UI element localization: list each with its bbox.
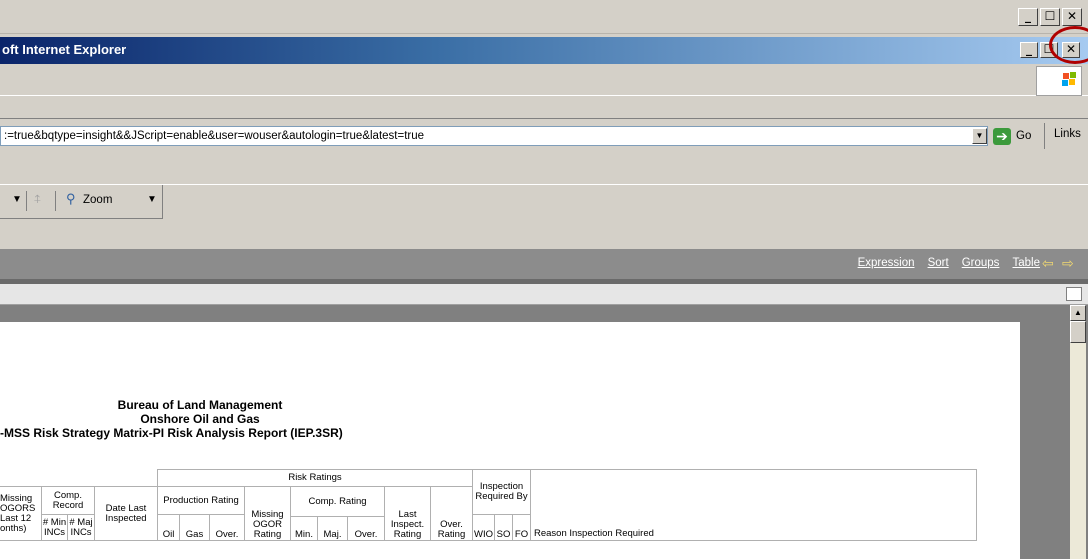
missing-ogors-header-line3: Last 12 — [0, 512, 32, 524]
missing-ogors-header-line1: Missing — [0, 492, 33, 504]
report-viewer: Bureau of Land Management Onshore Oil an… — [0, 305, 1088, 559]
report-title-line2: Onshore Oil and Gas — [140, 412, 260, 426]
scroll-thumb[interactable] — [1070, 321, 1086, 343]
menu-bar — [0, 64, 1088, 96]
last-inspect-rating-header: Last Inspect. Rating — [384, 486, 431, 541]
outer-maximize-button[interactable]: ☐ — [1040, 8, 1060, 26]
address-input[interactable]: :=true&bqtype=insight&&JScript=enable&us… — [0, 126, 988, 146]
zoom-button[interactable]: Zoom — [83, 194, 112, 206]
minimize-button[interactable]: _ — [1020, 42, 1038, 58]
reason-header: Reason Inspection Required — [530, 469, 977, 541]
inspection-required-header: Inspection Required By — [472, 469, 531, 515]
address-url: :=true&bqtype=insight&&JScript=enable&us… — [4, 130, 425, 142]
production-rating-header: Production Rating — [157, 486, 245, 515]
missing-ogor-rating-header: Missing OGOR Rating — [244, 486, 291, 541]
over-header: Over. — [209, 514, 245, 541]
groups-link[interactable]: Groups — [962, 257, 1000, 269]
date-last-inspected-header: Date Last Inspected — [94, 486, 158, 541]
filter-icon[interactable] — [1066, 287, 1082, 301]
filter-bar — [0, 284, 1088, 305]
comp-rating-header: Comp. Rating — [290, 486, 385, 517]
maj-incs-header: # Maj INCs — [67, 514, 95, 541]
report-page: Bureau of Land Management Onshore Oil an… — [0, 322, 1020, 559]
missing-ogors-header-line4: onths) — [0, 522, 27, 534]
comp-maj-header: Maj. — [317, 516, 348, 541]
go-arrow-icon: ➔ — [993, 128, 1011, 145]
over-rating-header: Over. Rating — [430, 486, 473, 541]
vertical-scrollbar[interactable]: ▲ — [1070, 305, 1086, 559]
fit-page-icon[interactable]: ⍏ — [34, 192, 41, 207]
outer-minimize-button[interactable]: _ — [1018, 8, 1038, 26]
outer-window-titlebar: _ ☐ ✕ — [0, 0, 1088, 34]
report-navbar: Expression Sort Groups Table ⇦ ⇨ — [0, 249, 1088, 279]
scroll-up-button[interactable]: ▲ — [1070, 305, 1086, 321]
standard-toolbar — [0, 96, 1088, 119]
so-header: SO — [494, 514, 513, 541]
report-title: Bureau of Land Management Onshore Oil an… — [0, 398, 400, 440]
zoom-dropdown-icon[interactable]: ▼ — [147, 194, 157, 205]
forward-arrow-icon[interactable]: ⇨ — [1062, 256, 1078, 270]
comp-record-header: Comp. Record — [41, 486, 95, 515]
missing-ogors-header-line2: OGORS — [0, 502, 36, 514]
dropdown-arrow-icon[interactable]: ▼ — [12, 194, 22, 205]
report-table: Risk Ratings Inspection Required By Reas… — [0, 469, 977, 545]
outer-close-button[interactable]: ✕ — [1062, 8, 1082, 26]
report-title-line3: -MSS Risk Strategy Matrix-PI Risk Analys… — [0, 426, 343, 440]
window-title: oft Internet Explorer — [2, 42, 127, 57]
nav-links: Expression Sort Groups Table — [848, 257, 1040, 269]
sort-link[interactable]: Sort — [928, 257, 949, 269]
address-bar: :=true&bqtype=insight&&JScript=enable&us… — [0, 119, 1088, 152]
report-toolbar: ▼ ⍏ ⚲ Zoom ▼ — [0, 185, 1088, 249]
gas-header: Gas — [179, 514, 210, 541]
report-title-line1: Bureau of Land Management — [117, 398, 283, 412]
back-arrow-icon[interactable]: ⇦ — [1042, 256, 1058, 270]
comp-min-header: Min. — [290, 516, 318, 541]
fo-header: FO — [512, 514, 531, 541]
empty-toolbar-row — [0, 152, 1088, 185]
windows-logo-icon — [1036, 66, 1082, 96]
wio-header: WIO — [472, 514, 495, 541]
zoom-icon: ⚲ — [66, 191, 76, 206]
table-link[interactable]: Table — [1013, 257, 1041, 269]
min-incs-header: # Min INCs — [41, 514, 68, 541]
links-button[interactable]: Links — [1054, 128, 1081, 140]
address-dropdown-button[interactable]: ▼ — [972, 128, 987, 144]
go-label: Go — [1016, 130, 1032, 142]
oil-header: Oil — [157, 514, 180, 541]
window-titlebar: oft Internet Explorer _ ☐ ✕ — [0, 37, 1088, 64]
expression-link[interactable]: Expression — [858, 257, 915, 269]
comp-over-header: Over. — [347, 516, 385, 541]
risk-ratings-header: Risk Ratings — [157, 469, 473, 487]
